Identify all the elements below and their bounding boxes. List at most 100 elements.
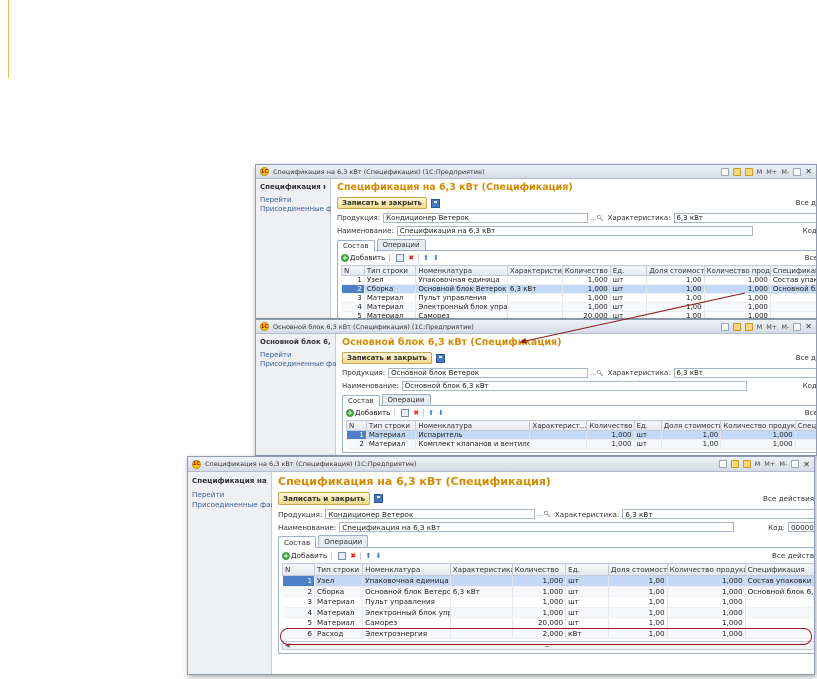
table-cell[interactable] <box>770 302 816 312</box>
table-cell[interactable]: 5 <box>341 311 365 318</box>
all-actions-menu[interactable]: Все действия ▾ <box>796 199 816 207</box>
table-cell[interactable]: 1,000 <box>667 617 746 629</box>
table-cell[interactable]: 1,00 <box>608 628 668 639</box>
table-cell[interactable]: шт <box>634 439 662 449</box>
memory-button[interactable]: M <box>757 323 763 331</box>
close-icon[interactable]: ✕ <box>805 167 812 176</box>
select-icon[interactable]: …🔍︎ <box>537 511 551 518</box>
table-cell[interactable]: 1,00 <box>646 275 705 285</box>
table-cell[interactable]: 6 <box>282 628 316 639</box>
nav-link-goto[interactable]: Перейти <box>260 196 326 204</box>
table-cell[interactable]: 2,000 <box>512 628 567 639</box>
table-cell[interactable] <box>795 439 816 449</box>
table-cell[interactable]: Материал <box>366 430 417 440</box>
add-icon[interactable]: + <box>282 551 290 560</box>
table-cell[interactable]: шт <box>610 275 648 285</box>
table-cell[interactable]: 1,000 <box>512 575 567 587</box>
table-cell[interactable]: 1,000 <box>562 275 611 285</box>
product-field[interactable]: Кондиционер Ветерок <box>383 213 589 223</box>
column-header[interactable]: N <box>346 420 367 431</box>
favorites-icon[interactable] <box>730 460 739 468</box>
table-all-actions-menu[interactable]: Все действия ▾ <box>772 551 814 560</box>
save-icon[interactable] <box>435 353 445 363</box>
table-cell[interactable]: Материал <box>364 293 417 303</box>
save-icon[interactable] <box>374 494 384 503</box>
nav-link-goto[interactable]: Перейти <box>260 351 331 359</box>
table-cell[interactable]: Электронный блок упр... <box>362 607 451 618</box>
table-cell[interactable] <box>450 596 513 608</box>
table-cell[interactable]: Материал <box>314 617 364 629</box>
table-cell[interactable]: шт <box>610 293 648 303</box>
table-cell[interactable] <box>529 430 588 440</box>
table-cell[interactable]: 1,00 <box>661 430 722 440</box>
table-cell[interactable]: 2 <box>341 284 365 294</box>
column-header[interactable]: Тип строки <box>314 563 364 576</box>
table-cell[interactable]: Основной блок 6,3 кВт <box>770 284 816 294</box>
save-and-close-button[interactable]: Записать и закрыть <box>278 492 371 505</box>
table-cell[interactable]: 1,000 <box>720 430 796 440</box>
memory-button[interactable]: M <box>757 168 763 176</box>
table-cell[interactable] <box>507 293 563 303</box>
arrow-down-icon[interactable]: ⬇ <box>433 254 439 262</box>
table-row[interactable]: 5 Материал Саморез 20,000 шт 1,00 1,000 <box>282 617 814 629</box>
add-button[interactable]: Добавить <box>291 551 327 560</box>
table-row[interactable]: 2 Материал Комплект клапанов и вентилей 1,0… <box>346 439 816 449</box>
column-header[interactable]: Количество <box>511 563 567 576</box>
column-header[interactable]: Ед. <box>565 563 609 576</box>
table-cell[interactable]: Пульт управления <box>415 293 508 303</box>
characteristic-field[interactable]: 6,3 кВт <box>673 213 816 223</box>
table-row[interactable]: 3 Материал Пульт управления 1,000 шт 1,00 1,00… <box>282 596 814 608</box>
table-cell[interactable] <box>745 628 814 639</box>
column-header[interactable]: Тип строки <box>363 265 417 276</box>
table-cell[interactable] <box>450 575 513 587</box>
table-cell[interactable]: 1,000 <box>667 607 746 618</box>
name-field[interactable]: Спецификация на 6,3 кВт <box>339 522 735 532</box>
table-cell[interactable] <box>507 275 563 285</box>
arrow-up-icon[interactable]: ⬆ <box>428 409 434 417</box>
add-icon[interactable]: + <box>346 409 354 417</box>
table-cell[interactable]: 1,000 <box>562 284 611 294</box>
table-cell[interactable]: 1,00 <box>646 302 705 312</box>
memory-plus-button[interactable]: M+ <box>766 323 777 331</box>
table-cell[interactable]: шт <box>634 430 662 440</box>
table-cell[interactable]: 1,00 <box>661 439 722 449</box>
table-cell[interactable]: шт <box>565 607 609 618</box>
table-cell[interactable]: Материал <box>366 439 417 449</box>
table-cell[interactable]: Упаковочная единица <box>362 575 451 587</box>
table-cell[interactable]: 1,00 <box>608 586 668 597</box>
table-cell[interactable]: 1,000 <box>704 311 771 318</box>
table-row[interactable]: 4 Материал Электронный блок упра... 1,000 шт… <box>341 302 816 312</box>
table-cell[interactable]: 1,00 <box>608 617 668 629</box>
scroll-left-icon[interactable]: ◀ <box>285 642 290 649</box>
table-cell[interactable] <box>745 607 814 618</box>
tab-operations[interactable]: Операции <box>318 535 369 547</box>
table-cell[interactable] <box>770 311 816 318</box>
characteristic-field[interactable]: 6,3 кВт <box>673 368 816 378</box>
table-row[interactable]: 4 Материал Электронный блок упр... 1,000 шт 1… <box>282 607 814 618</box>
memory-minus-button[interactable]: M- <box>781 168 789 176</box>
table-cell[interactable]: 5 <box>282 617 316 629</box>
table-cell[interactable]: 1,000 <box>562 293 611 303</box>
table-cell[interactable]: шт <box>565 575 609 587</box>
table-row[interactable]: 2 Сборка Основной блок Ветерок 6,3 кВт 1,000… <box>282 586 814 597</box>
table-cell[interactable]: 4 <box>341 302 365 312</box>
tab-composition[interactable]: Состав <box>342 395 380 406</box>
memory-minus-button[interactable]: M- <box>781 323 789 331</box>
maximize-icon[interactable] <box>793 322 802 331</box>
table-cell[interactable]: Электронный блок упра... <box>415 302 508 312</box>
column-header[interactable]: Характеристика <box>449 563 513 576</box>
table-cell[interactable]: Узел <box>314 575 364 587</box>
calculator-icon[interactable] <box>744 167 753 176</box>
table-all-actions-menu[interactable]: Все действия ▾ <box>805 409 816 417</box>
table-cell[interactable] <box>450 617 513 629</box>
save-icon[interactable] <box>430 198 440 208</box>
table-cell[interactable]: 4 <box>282 607 316 618</box>
table-cell[interactable]: 1,000 <box>586 430 635 440</box>
table-cell[interactable]: Узел <box>364 275 417 285</box>
table-row[interactable]: 1 Узел Упаковочная единица 1,000 шт 1,00 1,000… <box>341 275 816 285</box>
tab-composition[interactable]: Состав <box>337 240 375 251</box>
table-cell[interactable]: Саморез <box>415 311 508 318</box>
table-cell[interactable]: 1,000 <box>667 596 746 608</box>
column-header[interactable]: Количество продукции <box>703 265 771 276</box>
table-cell[interactable]: Комплект клапанов и вентилей <box>415 439 531 449</box>
